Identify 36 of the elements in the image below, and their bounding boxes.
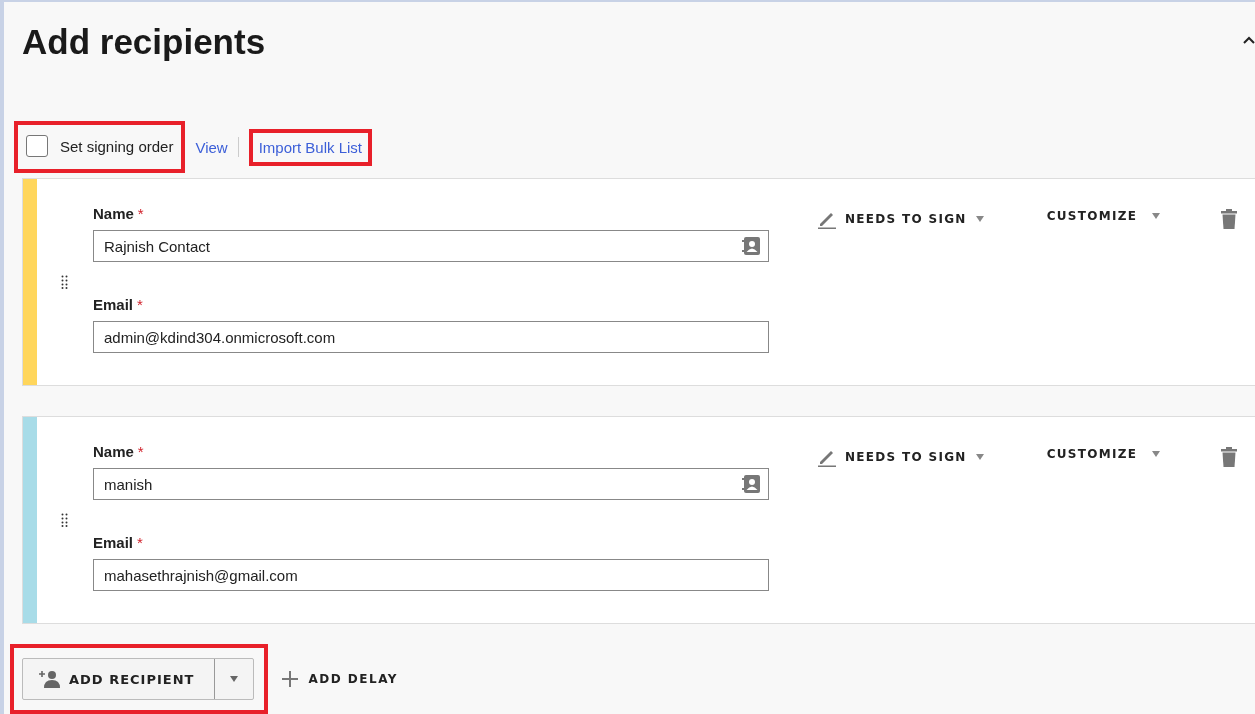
caret-icon [974, 215, 985, 223]
contact-book-icon[interactable] [741, 236, 761, 256]
trash-icon[interactable] [1221, 209, 1238, 229]
plus-icon [282, 671, 299, 687]
customize-dropdown[interactable]: CUSTOMIZE [1046, 209, 1162, 223]
email-field[interactable]: mahasethrajnish@gmail.com [93, 559, 769, 591]
required-mark: * [137, 205, 144, 222]
checkbox-label: Set signing order [60, 137, 174, 155]
drag-handle-icon[interactable] [61, 275, 69, 289]
import-bulk-list-link[interactable]: Import Bulk List [248, 128, 373, 166]
drag-handle-icon[interactable] [61, 513, 69, 527]
caret-icon [229, 675, 240, 683]
checkbox[interactable] [26, 135, 48, 157]
field-label: Name [93, 443, 134, 460]
field-label: Email [93, 296, 134, 313]
contact-book-icon[interactable] [741, 474, 761, 494]
add-person-icon [39, 670, 61, 688]
view-link[interactable]: View [195, 138, 228, 156]
page-title: Add recipients [22, 22, 266, 62]
caret-icon [1151, 450, 1162, 458]
caret-icon [1151, 212, 1162, 220]
field-label: Name [93, 205, 134, 222]
email-field[interactable]: admin@kdind304.onmicrosoft.com [93, 321, 769, 353]
chevron-up-icon[interactable] [1243, 36, 1255, 44]
role-dropdown[interactable]: NEEDS TO SIGN [817, 209, 985, 229]
required-mark: * [137, 443, 144, 460]
trash-icon[interactable] [1221, 447, 1238, 467]
name-field[interactable]: Rajnish Contact [93, 230, 769, 262]
caret-icon [974, 453, 985, 461]
field-label: Email [93, 534, 134, 551]
customize-dropdown[interactable]: CUSTOMIZE [1046, 447, 1162, 461]
required-mark: * [137, 296, 143, 313]
required-mark: * [137, 534, 143, 551]
role-dropdown[interactable]: NEEDS TO SIGN [817, 447, 985, 467]
add-delay-button[interactable]: ADD DELAY [276, 670, 404, 688]
name-field[interactable]: manish [93, 468, 769, 500]
